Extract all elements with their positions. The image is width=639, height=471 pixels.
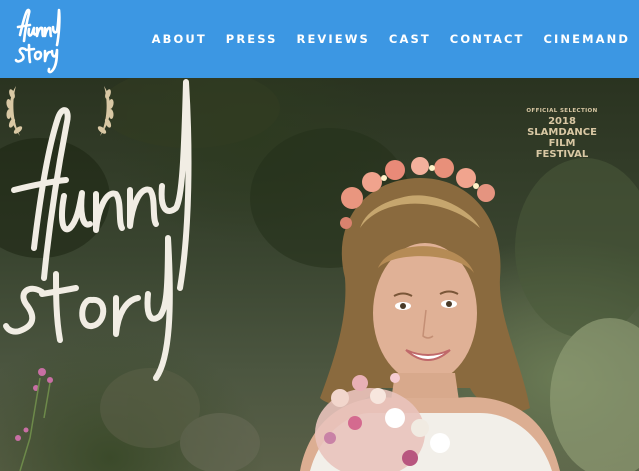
nav-link-about[interactable]: ABOUT [152,32,207,46]
hero-section: OFFICIAL SELECTION 2018 SLAMDANCE FILM F… [0,78,639,471]
top-navigation-bar: ABOUT PRESS REVIEWS CAST CONTACT CINEMAN… [0,0,639,78]
funny-story-logo[interactable] [12,5,64,75]
nav-link-reviews[interactable]: REVIEWS [297,32,370,46]
nav-link-cinemand[interactable]: CINEMAND [543,32,630,46]
main-nav: ABOUT PRESS REVIEWS CAST CONTACT CINEMAN… [133,32,630,46]
laurel-line-festival-year: 2018 SLAMDANCE [527,116,597,138]
festival-laurel-badge: OFFICIAL SELECTION 2018 SLAMDANCE FILM F… [523,108,601,160]
slamdance-laurel-icon [6,86,114,136]
laurel-line-festival-name: FILM FESTIVAL [535,138,589,160]
nav-link-contact[interactable]: CONTACT [450,32,525,46]
nav-link-cast[interactable]: CAST [389,32,431,46]
nav-link-press[interactable]: PRESS [226,32,278,46]
laurel-line-official-selection: OFFICIAL SELECTION [526,108,598,114]
